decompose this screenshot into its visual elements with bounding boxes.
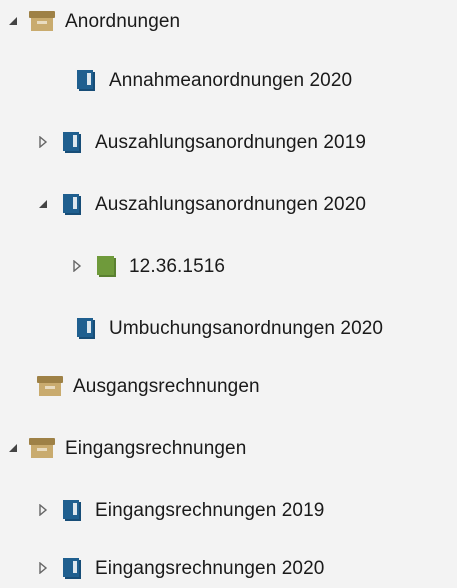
archive-box-icon [36, 374, 64, 398]
tree-item-label: Eingangsrechnungen 2020 [95, 557, 325, 579]
folder-tree: Anordnungen Annahmeanordnungen 2020 Ausz… [0, 0, 457, 582]
blue-book-icon [58, 498, 86, 522]
tree-item-label: Eingangsrechnungen 2019 [95, 499, 325, 521]
expanded-arrow-icon[interactable] [6, 14, 20, 28]
tree-item-umbuchungsanordnungen-2020[interactable]: Umbuchungsanordnungen 2020 [0, 308, 457, 348]
collapsed-arrow-icon[interactable] [36, 561, 50, 575]
collapsed-arrow-icon[interactable] [36, 135, 50, 149]
tree-item-eingangsrechnungen[interactable]: Eingangsrechnungen [0, 428, 457, 468]
tree-item-auszahlungsanordnungen-2020[interactable]: Auszahlungsanordnungen 2020 [0, 184, 457, 224]
tree-item-label: Umbuchungsanordnungen 2020 [109, 317, 384, 339]
blue-book-icon [58, 130, 86, 154]
archive-box-icon [28, 436, 56, 460]
tree-item-auszahlungsanordnungen-2019[interactable]: Auszahlungsanordnungen 2019 [0, 122, 457, 162]
tree-item-label: Auszahlungsanordnungen 2020 [95, 193, 367, 215]
tree-item-eingangsrechnungen-2019[interactable]: Eingangsrechnungen 2019 [0, 490, 457, 530]
tree-item-anordnungen[interactable]: Anordnungen [0, 1, 457, 41]
blue-book-icon [58, 556, 86, 580]
tree-item-label: 12.36.1516 [129, 255, 226, 277]
tree-item-annahmeanordnungen-2020[interactable]: Annahmeanordnungen 2020 [0, 60, 457, 100]
tree-item-label: Eingangsrechnungen [65, 437, 247, 459]
tree-item-label: Anordnungen [65, 10, 181, 32]
expanded-arrow-icon[interactable] [6, 441, 20, 455]
tree-item-ausgangsrechnungen[interactable]: Ausgangsrechnungen [0, 366, 457, 406]
tree-item-label: Ausgangsrechnungen [73, 375, 260, 397]
tree-item-eingangsrechnungen-2020[interactable]: Eingangsrechnungen 2020 [0, 548, 457, 588]
collapsed-arrow-icon[interactable] [36, 503, 50, 517]
green-book-icon [92, 254, 120, 278]
blue-book-icon [58, 192, 86, 216]
collapsed-arrow-icon[interactable] [70, 259, 84, 273]
tree-item-label: Auszahlungsanordnungen 2019 [95, 131, 367, 153]
blue-book-icon [72, 68, 100, 92]
blue-book-icon [72, 316, 100, 340]
expanded-arrow-icon[interactable] [36, 197, 50, 211]
archive-box-icon [28, 9, 56, 33]
tree-item-label: Annahmeanordnungen 2020 [109, 69, 353, 91]
tree-item-12-36-1516[interactable]: 12.36.1516 [0, 246, 457, 286]
